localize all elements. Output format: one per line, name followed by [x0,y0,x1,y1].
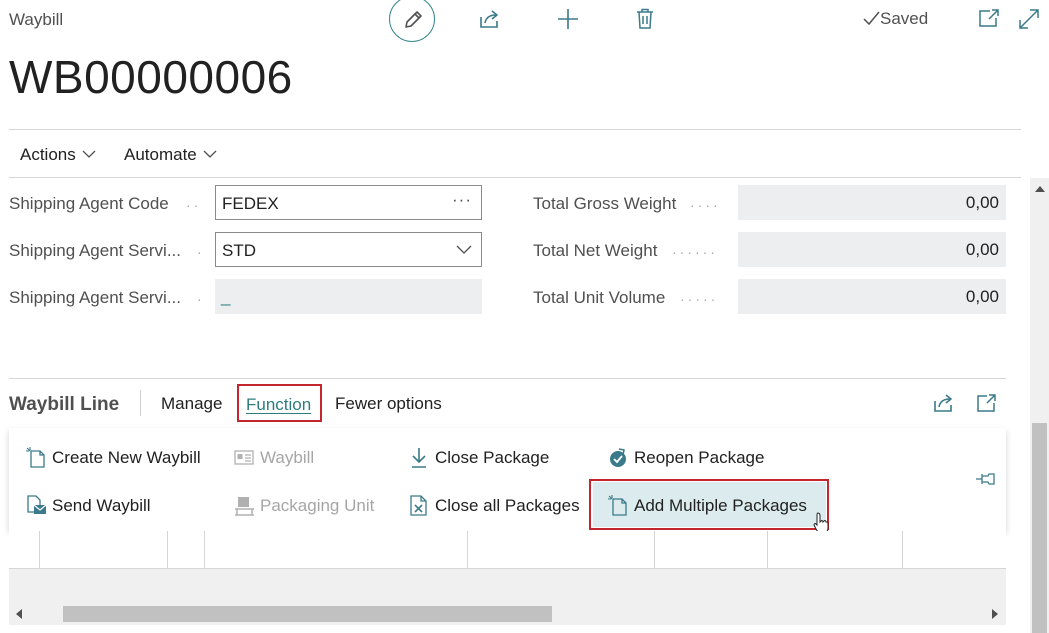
automate-label: Automate [124,145,197,164]
divider [9,129,1021,130]
automate-menu[interactable]: Automate [124,145,217,165]
scroll-right-arrow-icon[interactable] [991,609,999,619]
expand-icon[interactable] [1018,8,1040,30]
shipping-agent-service-select[interactable]: STD [215,232,482,267]
divider [9,177,1021,178]
close-package-label: Close Package [435,448,550,467]
saved-label: Saved [880,9,929,28]
divider [9,378,1006,379]
share-icon[interactable] [479,9,501,29]
waybill-label: Waybill [260,448,315,467]
separator [140,390,141,416]
dot-leader: · [197,291,205,307]
highlight-box [237,384,322,422]
edit-button[interactable] [389,0,435,42]
download-arrow-icon [412,448,426,468]
share-icon[interactable] [933,393,955,413]
shipping-agent-service-2-label: Shipping Agent Servi... [9,288,182,307]
close-all-packages-label: Close all Packages [435,496,580,515]
grid-column-divider [167,531,168,568]
packaging-unit-label: Packaging Unit [260,496,375,515]
shipping-agent-code-value: FEDEX [222,194,279,213]
shipping-agent-service-value: STD [222,241,256,260]
chevron-down-icon [203,150,217,158]
shipping-agent-service-2-field[interactable]: _ [215,279,482,314]
plus-icon[interactable] [557,8,579,30]
close-document-icon [410,495,427,516]
grid-column-divider [39,531,40,568]
chevron-down-icon [82,150,96,158]
shipping-agent-code-field[interactable]: FEDEX ··· [215,185,482,220]
pin-icon[interactable] [975,472,997,486]
dot-leader: ······ [672,244,718,260]
open-new-window-icon[interactable] [978,9,1000,27]
scroll-left-arrow-icon[interactable] [15,609,23,619]
checkmark-icon [863,11,880,26]
vertical-scroll-thumb[interactable] [1032,423,1047,633]
waybill-line-title: Waybill Line [9,394,120,415]
saved-status: Saved [862,9,928,29]
highlight-box [589,479,829,530]
tab-fewer-options[interactable]: Fewer options [335,394,442,414]
shipping-agent-service-label: Shipping Agent Servi... [9,241,182,260]
grid-empty-area [9,569,1006,603]
grid-column-divider [467,531,468,568]
grid-column-divider [204,531,205,568]
reopen-check-icon [610,448,626,467]
total-unit-volume-label: Total Unit Volume [533,288,666,307]
reopen-package-label: Reopen Package [634,448,765,467]
page-title: WB00000006 [9,51,293,103]
total-unit-volume-value: 0,00 [738,279,1006,314]
create-new-waybill-label: Create New Waybill [52,448,201,467]
dot-leader: · [197,244,205,260]
grid-column-divider [654,531,655,568]
horizontal-scroll-thumb[interactable] [63,606,552,622]
dot-leader: ···· [690,197,721,213]
scroll-up-arrow-icon[interactable] [1035,185,1045,193]
shipping-agent-service-2-value[interactable]: _ [221,287,230,306]
chevron-down-icon [456,245,472,254]
new-document-icon [26,447,45,468]
actions-menu[interactable]: Actions [20,145,96,165]
pencil-icon [405,11,422,28]
send-document-icon [27,495,47,514]
lookup-ellipsis-icon[interactable]: ··· [452,190,472,210]
total-net-weight-label: Total Net Weight [533,241,658,260]
packaging-icon [235,497,254,516]
page-caption: Waybill [9,10,64,29]
total-gross-weight-value: 0,00 [738,185,1006,220]
tab-manage[interactable]: Manage [161,394,222,414]
total-gross-weight-label: Total Gross Weight [533,194,677,213]
total-net-weight-value: 0,00 [738,232,1006,267]
trash-icon[interactable] [636,8,654,30]
card-icon [234,450,254,465]
shipping-agent-code-label: Shipping Agent Code [9,194,169,213]
dot-leader: ····· [680,291,719,307]
actions-label: Actions [20,145,76,164]
open-new-window-icon[interactable] [976,394,996,412]
grid-column-divider [767,531,768,568]
grid-column-divider [902,531,903,568]
dot-leader: ·· [186,197,202,213]
send-waybill-label: Send Waybill [52,496,151,515]
lines-grid [9,531,1006,569]
